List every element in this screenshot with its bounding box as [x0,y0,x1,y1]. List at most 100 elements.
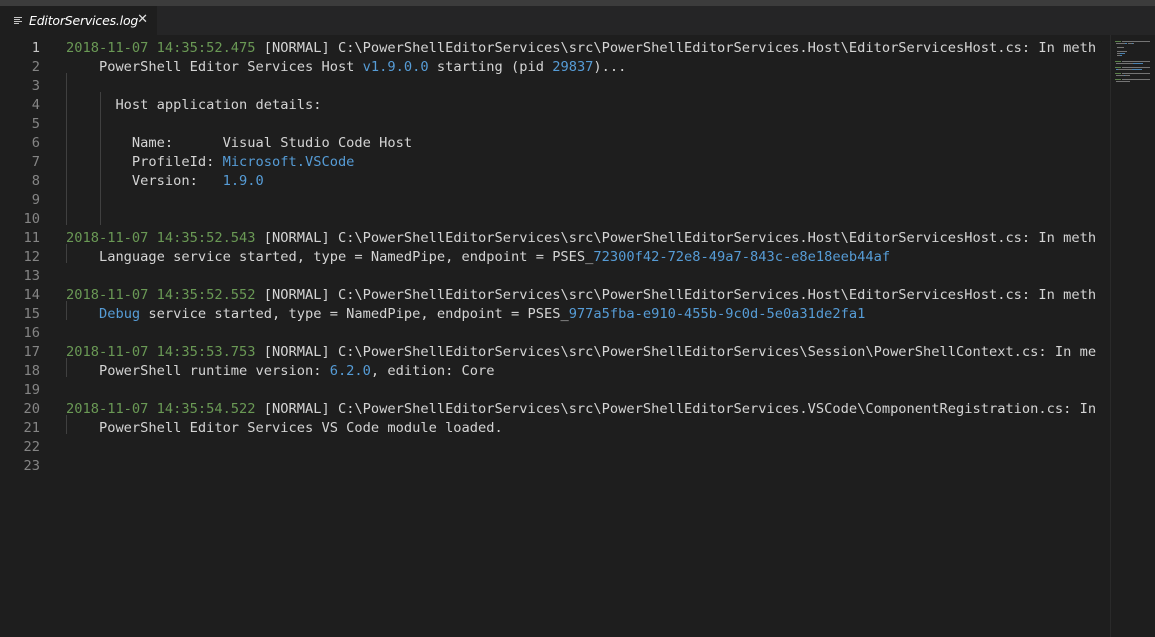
line-text: 2018-11-07 14:35:52.543 [NORMAL] C:\Powe… [66,229,1096,248]
number-token: 977a5fba-e910-455b-9c0d-5e0a31de2fa1 [568,306,866,322]
line-number: 15 [23,306,40,322]
code-line[interactable]: 23 [0,457,1110,476]
code-line[interactable]: 10 [0,210,1110,229]
line-number: 16 [23,325,40,341]
line-text: PowerShell Editor Services VS Code modul… [66,419,503,438]
line-number: 19 [23,382,40,398]
number-token: 6.2.0 [329,363,371,379]
minimap-line [1117,69,1133,70]
text-token: , edition: Core [370,363,495,379]
code-line[interactable]: 4 Host application details: [0,96,1110,115]
number-token: 1.9.0 [222,173,264,189]
timestamp: 2018-11-07 14:35:53.753 [66,344,256,360]
editor-window: EditorServices.log ✕ 1 2018-11-07 14:35:5… [0,0,1155,637]
number-token: v1.9.0.0 [362,59,429,75]
text-token: PowerShell Editor Services VS Code modul… [66,420,503,436]
line-number: 22 [23,439,40,455]
code-line[interactable]: 19 [0,381,1110,400]
minimap-line [1132,63,1143,64]
text-token: PowerShell Editor Services Host [66,59,363,75]
line-number: 17 [23,344,40,360]
line-number: 6 [31,135,40,151]
line-number: 21 [23,420,40,436]
text-token: ProfileId: [66,154,223,170]
minimap-line [1125,75,1130,76]
minimap-line [1116,75,1124,76]
minimap-line [1117,51,1127,52]
code-line[interactable]: 12 Language service started, type = Name… [0,248,1110,267]
code-line[interactable]: 14 2018-11-07 14:35:52.552 [NORMAL] C:\Po… [0,286,1110,305]
text-token: Host application details: [66,97,322,113]
line-number: 1 [31,40,40,56]
minimap-line [1121,79,1150,80]
line-number: 8 [31,173,40,189]
minimap[interactable] [1110,35,1155,637]
code-line[interactable]: 8 Version: 1.9.0 [0,172,1110,191]
code-line[interactable]: 11 2018-11-07 14:35:52.543 [NORMAL] C:\Po… [0,229,1110,248]
code-line[interactable]: 16 [0,324,1110,343]
code-line[interactable]: 21 PowerShell Editor Services VS Code mo… [0,419,1110,438]
timestamp: 2018-11-07 14:35:52.552 [66,287,256,303]
close-icon[interactable]: ✕ [137,12,148,28]
tab-label: EditorServices.log [29,13,139,28]
code-line[interactable]: 9 [0,191,1110,210]
line-number: 9 [31,192,40,208]
line-number: 20 [23,401,40,417]
code-line[interactable]: 18 PowerShell runtime version: 6.2.0, ed… [0,362,1110,381]
minimap-line [1121,67,1150,68]
minimap-line [1121,41,1150,42]
timestamp: 2018-11-07 14:35:52.543 [66,230,256,246]
minimap-line [1116,43,1126,44]
number-token: 72300f42-72e8-49a7-843c-e8e18eeb44af [593,249,891,265]
minimap-line [1132,43,1135,44]
code-line[interactable]: 1 2018-11-07 14:35:52.475 [NORMAL] C:\Pow… [0,39,1110,58]
line-text: Language service started, type = NamedPi… [66,248,890,267]
line-number: 14 [23,287,40,303]
code-line[interactable]: 5 [0,115,1110,134]
line-text: ProfileId: Microsoft.VSCode [66,153,355,172]
number-token: Debug [98,306,141,322]
minimap-line [1115,41,1122,42]
code-line[interactable]: 17 2018-11-07 14:35:53.753 [NORMAL] C:\Po… [0,343,1110,362]
minimap-line [1116,47,1124,48]
line-number: 10 [23,211,40,227]
tab-editorservices-log[interactable]: EditorServices.log ✕ [0,6,157,35]
line-text: Name: Visual Studio Code Host [66,134,412,153]
number-token: 29837 [552,59,594,75]
code-line[interactable]: 22 [0,438,1110,457]
text-token: [NORMAL] C:\PowerShellEditorServices\src… [255,344,1097,360]
text-token: starting (pid [428,59,553,75]
minimap-line [1115,67,1122,68]
line-text: 2018-11-07 14:35:54.522 [NORMAL] C:\Powe… [66,400,1096,419]
minimap-line [1115,61,1122,62]
line-text: Version: 1.9.0 [66,172,264,191]
minimap-line [1121,61,1150,62]
file-lines-icon [13,15,24,26]
minimap-line [1120,55,1122,56]
text-token: service started, type = NamedPipe, endpo… [140,306,569,322]
code-editor[interactable]: 1 2018-11-07 14:35:52.475 [NORMAL] C:\Pow… [0,35,1110,637]
text-token: [NORMAL] C:\PowerShellEditorServices\src… [255,287,1097,303]
timestamp: 2018-11-07 14:35:54.522 [66,401,256,417]
line-text: PowerShell Editor Services Host v1.9.0.0… [66,58,626,77]
code-line[interactable]: 13 [0,267,1110,286]
minimap-line [1115,79,1122,80]
line-number: 18 [23,363,40,379]
text-token: Language service started, type = NamedPi… [66,249,594,265]
code-line[interactable]: 2 PowerShell Editor Services Host v1.9.0… [0,58,1110,77]
line-number: 2 [31,59,40,75]
code-line[interactable]: 6 Name: Visual Studio Code Host [0,134,1110,153]
code-line[interactable]: 7 ProfileId: Microsoft.VSCode [0,153,1110,172]
line-number: 4 [31,97,40,113]
code-line[interactable]: 15 Debug service started, type = NamedPi… [0,305,1110,324]
line-number: 12 [23,249,40,265]
code-line[interactable]: 3 [0,77,1110,96]
code-line[interactable]: 20 2018-11-07 14:35:54.522 [NORMAL] C:\Po… [0,400,1110,419]
line-text: 2018-11-07 14:35:52.552 [NORMAL] C:\Powe… [66,286,1096,305]
minimap-line [1120,53,1125,54]
text-token: [NORMAL] C:\PowerShellEditorServices\src… [255,401,1097,417]
line-text: 2018-11-07 14:35:53.753 [NORMAL] C:\Powe… [66,343,1096,362]
minimap-line [1115,73,1122,74]
line-number: 7 [31,154,40,170]
